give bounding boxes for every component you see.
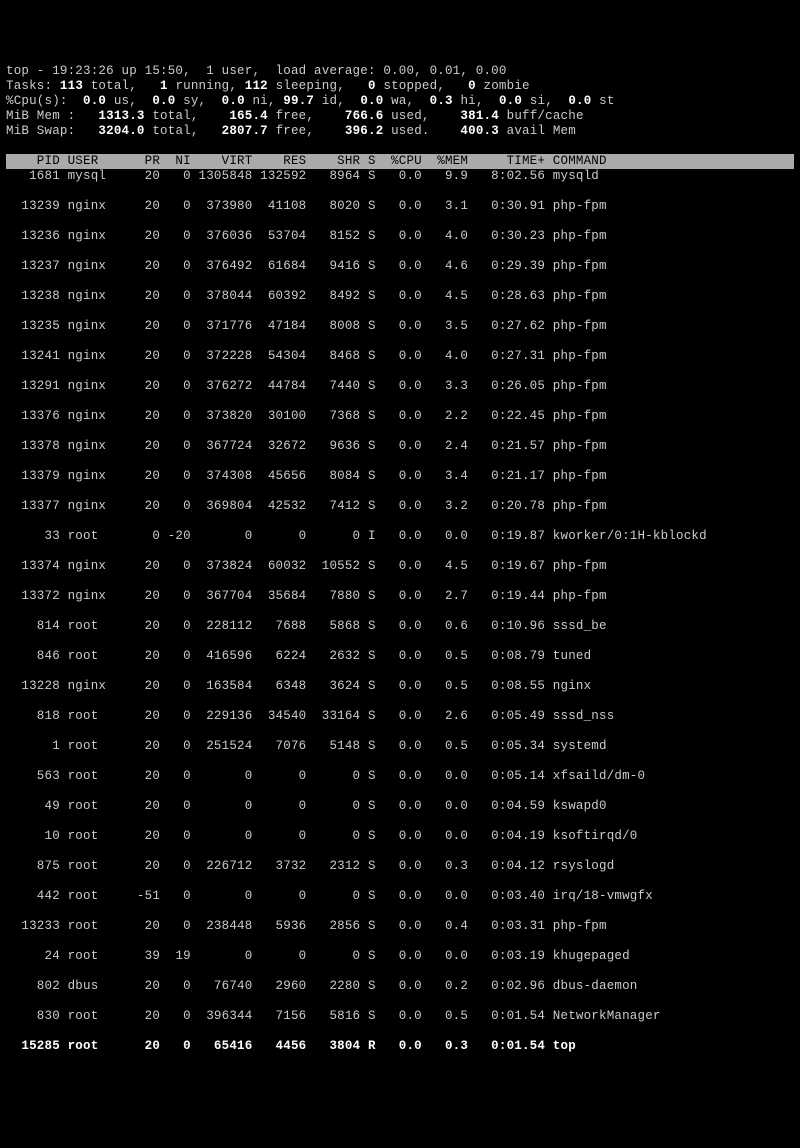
process-row: 846 root 20 0 416596 6224 2632 S 0.0 0.5… bbox=[6, 649, 794, 664]
tasks-line: Tasks: 113 total, 1 running, 112 sleepin… bbox=[6, 79, 530, 93]
process-row: 10 root 20 0 0 0 0 S 0.0 0.0 0:04.19 kso… bbox=[6, 829, 794, 844]
process-row: 13377 nginx 20 0 369804 42532 7412 S 0.0… bbox=[6, 499, 794, 514]
process-row: 1681 mysql 20 0 1305848 132592 8964 S 0.… bbox=[6, 169, 794, 184]
process-row: 13291 nginx 20 0 376272 44784 7440 S 0.0… bbox=[6, 379, 794, 394]
process-row: 13228 nginx 20 0 163584 6348 3624 S 0.0 … bbox=[6, 679, 794, 694]
cpu-line: %Cpu(s): 0.0 us, 0.0 sy, 0.0 ni, 99.7 id… bbox=[6, 94, 615, 108]
process-row: 13374 nginx 20 0 373824 60032 10552 S 0.… bbox=[6, 559, 794, 574]
process-row: 49 root 20 0 0 0 0 S 0.0 0.0 0:04.59 ksw… bbox=[6, 799, 794, 814]
column-header[interactable]: PID USER PR NI VIRT RES SHR S %CPU %MEM … bbox=[6, 154, 794, 169]
process-row: 13372 nginx 20 0 367704 35684 7880 S 0.0… bbox=[6, 589, 794, 604]
process-row: 13233 root 20 0 238448 5936 2856 S 0.0 0… bbox=[6, 919, 794, 934]
process-row: 563 root 20 0 0 0 0 S 0.0 0.0 0:05.14 xf… bbox=[6, 769, 794, 784]
process-row: 13236 nginx 20 0 376036 53704 8152 S 0.0… bbox=[6, 229, 794, 244]
process-row: 802 dbus 20 0 76740 2960 2280 S 0.0 0.2 … bbox=[6, 979, 794, 994]
process-row: 24 root 39 19 0 0 0 S 0.0 0.0 0:03.19 kh… bbox=[6, 949, 794, 964]
process-row: 13379 nginx 20 0 374308 45656 8084 S 0.0… bbox=[6, 469, 794, 484]
process-row: 814 root 20 0 228112 7688 5868 S 0.0 0.6… bbox=[6, 619, 794, 634]
process-row: 13241 nginx 20 0 372228 54304 8468 S 0.0… bbox=[6, 349, 794, 364]
process-row: 818 root 20 0 229136 34540 33164 S 0.0 2… bbox=[6, 709, 794, 724]
process-row: 13376 nginx 20 0 373820 30100 7368 S 0.0… bbox=[6, 409, 794, 424]
process-row: 830 root 20 0 396344 7156 5816 S 0.0 0.5… bbox=[6, 1009, 794, 1024]
process-row: 13235 nginx 20 0 371776 47184 8008 S 0.0… bbox=[6, 319, 794, 334]
process-row: 1 root 20 0 251524 7076 5148 S 0.0 0.5 0… bbox=[6, 739, 794, 754]
process-row: 13237 nginx 20 0 376492 61684 9416 S 0.0… bbox=[6, 259, 794, 274]
swap-line: MiB Swap: 3204.0 total, 2807.7 free, 396… bbox=[6, 124, 576, 138]
process-row: 33 root 0 -20 0 0 0 I 0.0 0.0 0:19.87 kw… bbox=[6, 529, 794, 544]
process-row: 875 root 20 0 226712 3732 2312 S 0.0 0.3… bbox=[6, 859, 794, 874]
process-row: 13238 nginx 20 0 378044 60392 8492 S 0.0… bbox=[6, 289, 794, 304]
process-row: 442 root -51 0 0 0 0 S 0.0 0.0 0:03.40 i… bbox=[6, 889, 794, 904]
process-row: 13378 nginx 20 0 367724 32672 9636 S 0.0… bbox=[6, 439, 794, 454]
uptime-line: top - 19:23:26 up 15:50, 1 user, load av… bbox=[6, 64, 507, 78]
process-row: 13239 nginx 20 0 373980 41108 8020 S 0.0… bbox=[6, 199, 794, 214]
process-row: 15285 root 20 0 65416 4456 3804 R 0.0 0.… bbox=[6, 1039, 794, 1054]
mem-line: MiB Mem : 1313.3 total, 165.4 free, 766.… bbox=[6, 109, 584, 123]
